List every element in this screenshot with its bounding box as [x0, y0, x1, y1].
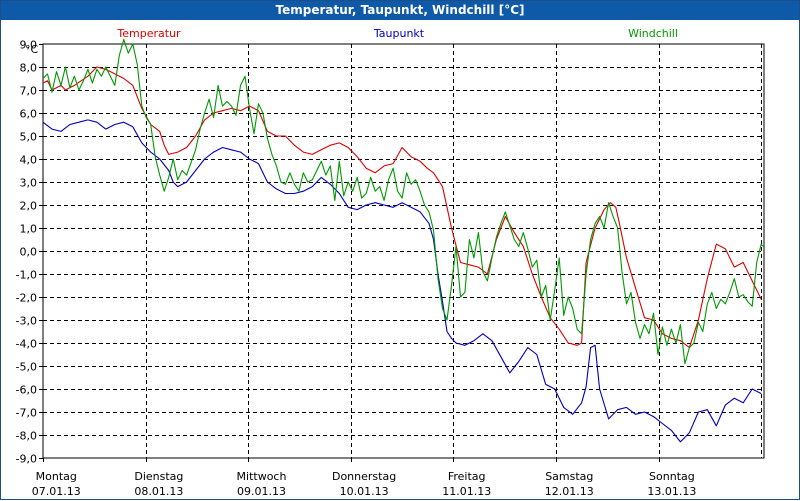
y-tick-label: 7,0	[20, 85, 38, 98]
legend-entry-taupunkt: Taupunkt	[373, 27, 425, 40]
y-tick-label: 4,0	[20, 154, 38, 167]
x-tick-label-day: Freitag	[448, 470, 486, 483]
series-line-taupunkt	[42, 119, 762, 443]
legend: Temperatur Taupunkt Windchill	[116, 27, 678, 40]
series-lines	[42, 38, 764, 443]
y-tick-label: 2,0	[20, 200, 38, 213]
axes: 9,08,07,06,05,04,03,02,01,00,0-1,0-2,0-3…	[16, 39, 765, 498]
y-unit-label: °C	[25, 43, 39, 56]
x-tick-label-date: 12.01.13	[545, 485, 594, 498]
x-tick-label-day: Donnerstag	[332, 470, 396, 483]
y-tick-label: -1,0	[16, 269, 37, 282]
series-line-temperatur	[42, 66, 762, 349]
y-tick-label: 0,0	[20, 246, 38, 259]
x-tick-label-date: 13.01.13	[647, 485, 696, 498]
legend-entry-temperatur: Temperatur	[116, 27, 181, 40]
y-tick-label: -6,0	[16, 384, 37, 397]
y-tick-label: 6,0	[20, 108, 38, 121]
y-tick-label: 3,0	[20, 177, 38, 190]
y-tick-label: 5,0	[20, 131, 38, 144]
x-tick-label-date: 11.01.13	[442, 485, 491, 498]
y-tick-label: 8,0	[20, 62, 38, 75]
y-tick-label: -2,0	[16, 292, 37, 305]
x-tick-label-date: 10.01.13	[340, 485, 389, 498]
x-tick-label-day: Montag	[36, 470, 77, 483]
y-tick-label: -5,0	[16, 361, 37, 374]
y-tick-label: -4,0	[16, 338, 37, 351]
series-line-windchill	[42, 38, 764, 365]
x-tick-label-day: Sonntag	[649, 470, 695, 483]
y-tick-label: -9,0	[16, 453, 37, 466]
y-tick-label: -7,0	[16, 407, 37, 420]
x-tick-label-day: Mittwoch	[237, 470, 287, 483]
x-tick-label-date: 08.01.13	[134, 485, 183, 498]
x-tick-label-date: 09.01.13	[237, 485, 286, 498]
grid	[43, 44, 764, 458]
y-tick-label: -3,0	[16, 315, 37, 328]
chart-canvas: 9,08,07,06,05,04,03,02,01,00,0-1,0-2,0-3…	[16, 27, 765, 498]
x-tick-label-day: Samstag	[545, 470, 593, 483]
legend-entry-windchill: Windchill	[628, 27, 678, 40]
y-tick-label: 1,0	[20, 223, 38, 236]
y-tick-label: -8,0	[16, 430, 37, 443]
x-tick-label-date: 07.01.13	[32, 485, 81, 498]
x-tick-label-day: Dienstag	[134, 470, 183, 483]
chart-window: Temperatur, Taupunkt, Windchill [°C] 9,0…	[0, 0, 800, 500]
